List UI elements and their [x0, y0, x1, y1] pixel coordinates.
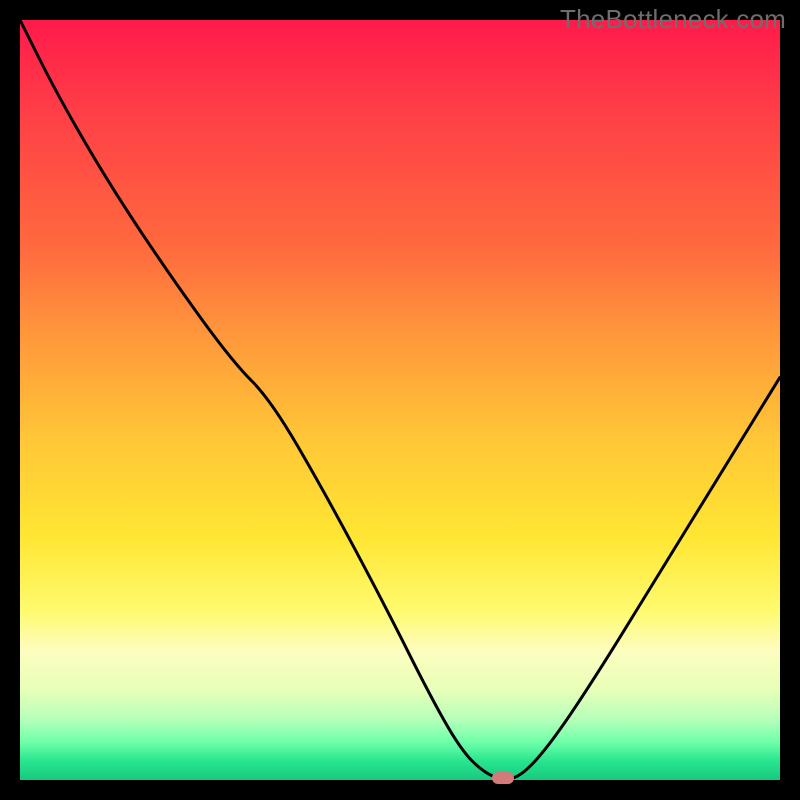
- watermark-text: TheBottleneck.com: [560, 4, 786, 35]
- optimum-marker: [492, 772, 514, 784]
- bottleneck-curve: [20, 20, 780, 780]
- chart-frame: TheBottleneck.com: [0, 0, 800, 800]
